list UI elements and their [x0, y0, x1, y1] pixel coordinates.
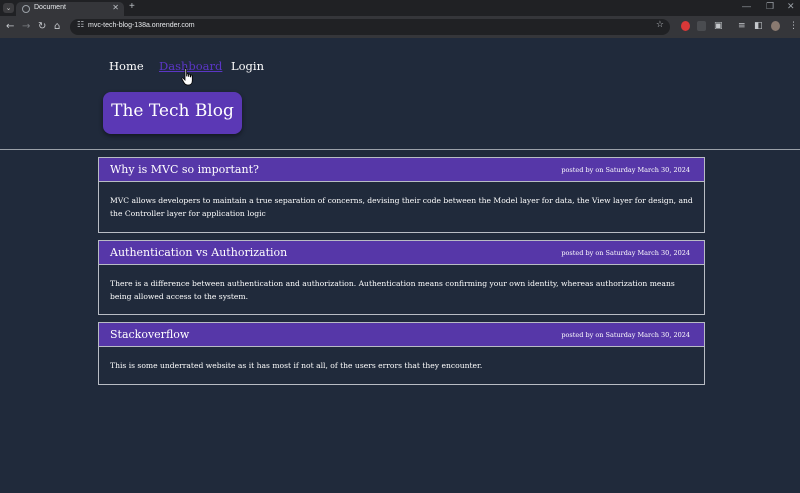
side-panel-icon[interactable]: ◧ — [754, 20, 763, 32]
post-meta: posted by on Saturday March 30, 2024 — [561, 249, 690, 257]
site-info-icon[interactable]: ☷ — [77, 20, 84, 29]
address-bar[interactable]: ☷ mvc-tech-blog-138a.onrender.com ☆ — [70, 19, 670, 35]
globe-icon — [22, 5, 30, 13]
post-header: Authentication vs Authorization posted b… — [99, 241, 704, 265]
url-text[interactable]: mvc-tech-blog-138a.onrender.com — [88, 22, 195, 29]
post-card[interactable]: Authentication vs Authorization posted b… — [98, 240, 705, 315]
media-icon[interactable]: ≡ — [738, 20, 746, 32]
tab-search-button[interactable]: ⌄ — [3, 3, 14, 13]
window-close-icon[interactable]: ✕ — [787, 1, 795, 12]
reload-icon[interactable]: ↻ — [38, 19, 46, 35]
extension-icon[interactable] — [681, 21, 690, 31]
bookmark-star-icon[interactable]: ☆ — [656, 20, 664, 30]
avatar[interactable] — [771, 21, 780, 31]
nav-home-link[interactable]: Home — [109, 59, 144, 73]
post-body: MVC allows developers to maintain a true… — [110, 196, 693, 218]
hand-cursor-icon — [181, 68, 193, 86]
post-body: There is a difference between authentica… — [110, 279, 675, 301]
tab-title: Document — [34, 4, 66, 11]
new-tab-button[interactable]: + — [129, 1, 135, 12]
nav-login-link[interactable]: Login — [231, 59, 264, 73]
header-divider — [0, 149, 800, 150]
post-body: This is some underrated website as it ha… — [110, 361, 483, 370]
close-tab-icon[interactable]: ✕ — [112, 3, 119, 12]
browser-toolbar: ← → ↻ ⌂ ☷ mvc-tech-blog-138a.onrender.co… — [0, 16, 800, 38]
forward-icon[interactable]: → — [22, 19, 30, 35]
post-title[interactable]: Why is MVC so important? — [110, 163, 259, 176]
tab-strip: ⌄ Document ✕ + — ❐ ✕ — [0, 0, 800, 16]
puzzle-icon[interactable]: ▣ — [714, 20, 723, 32]
post-card[interactable]: Why is MVC so important? posted by on Sa… — [98, 157, 705, 233]
site-title: The Tech Blog — [111, 101, 234, 121]
post-header: Why is MVC so important? posted by on Sa… — [99, 158, 704, 182]
post-title[interactable]: Authentication vs Authorization — [110, 246, 287, 259]
kebab-menu-icon[interactable]: ⋮ — [789, 20, 798, 32]
site-title-box: The Tech Blog — [103, 92, 242, 134]
browser-tab[interactable]: Document ✕ — [16, 2, 124, 16]
post-card[interactable]: Stackoverflow posted by on Saturday Marc… — [98, 322, 705, 385]
post-meta: posted by on Saturday March 30, 2024 — [561, 166, 690, 174]
minimize-icon[interactable]: — — [742, 1, 751, 11]
post-title[interactable]: Stackoverflow — [110, 328, 189, 341]
restore-icon[interactable]: ❐ — [766, 1, 774, 12]
extension-icon[interactable] — [697, 21, 706, 31]
page: Home Dashboard Login The Tech Blog Why i… — [0, 38, 800, 493]
post-meta: posted by on Saturday March 30, 2024 — [561, 331, 690, 339]
home-icon[interactable]: ⌂ — [54, 19, 60, 35]
post-header: Stackoverflow posted by on Saturday Marc… — [99, 323, 704, 347]
back-icon[interactable]: ← — [6, 19, 14, 35]
